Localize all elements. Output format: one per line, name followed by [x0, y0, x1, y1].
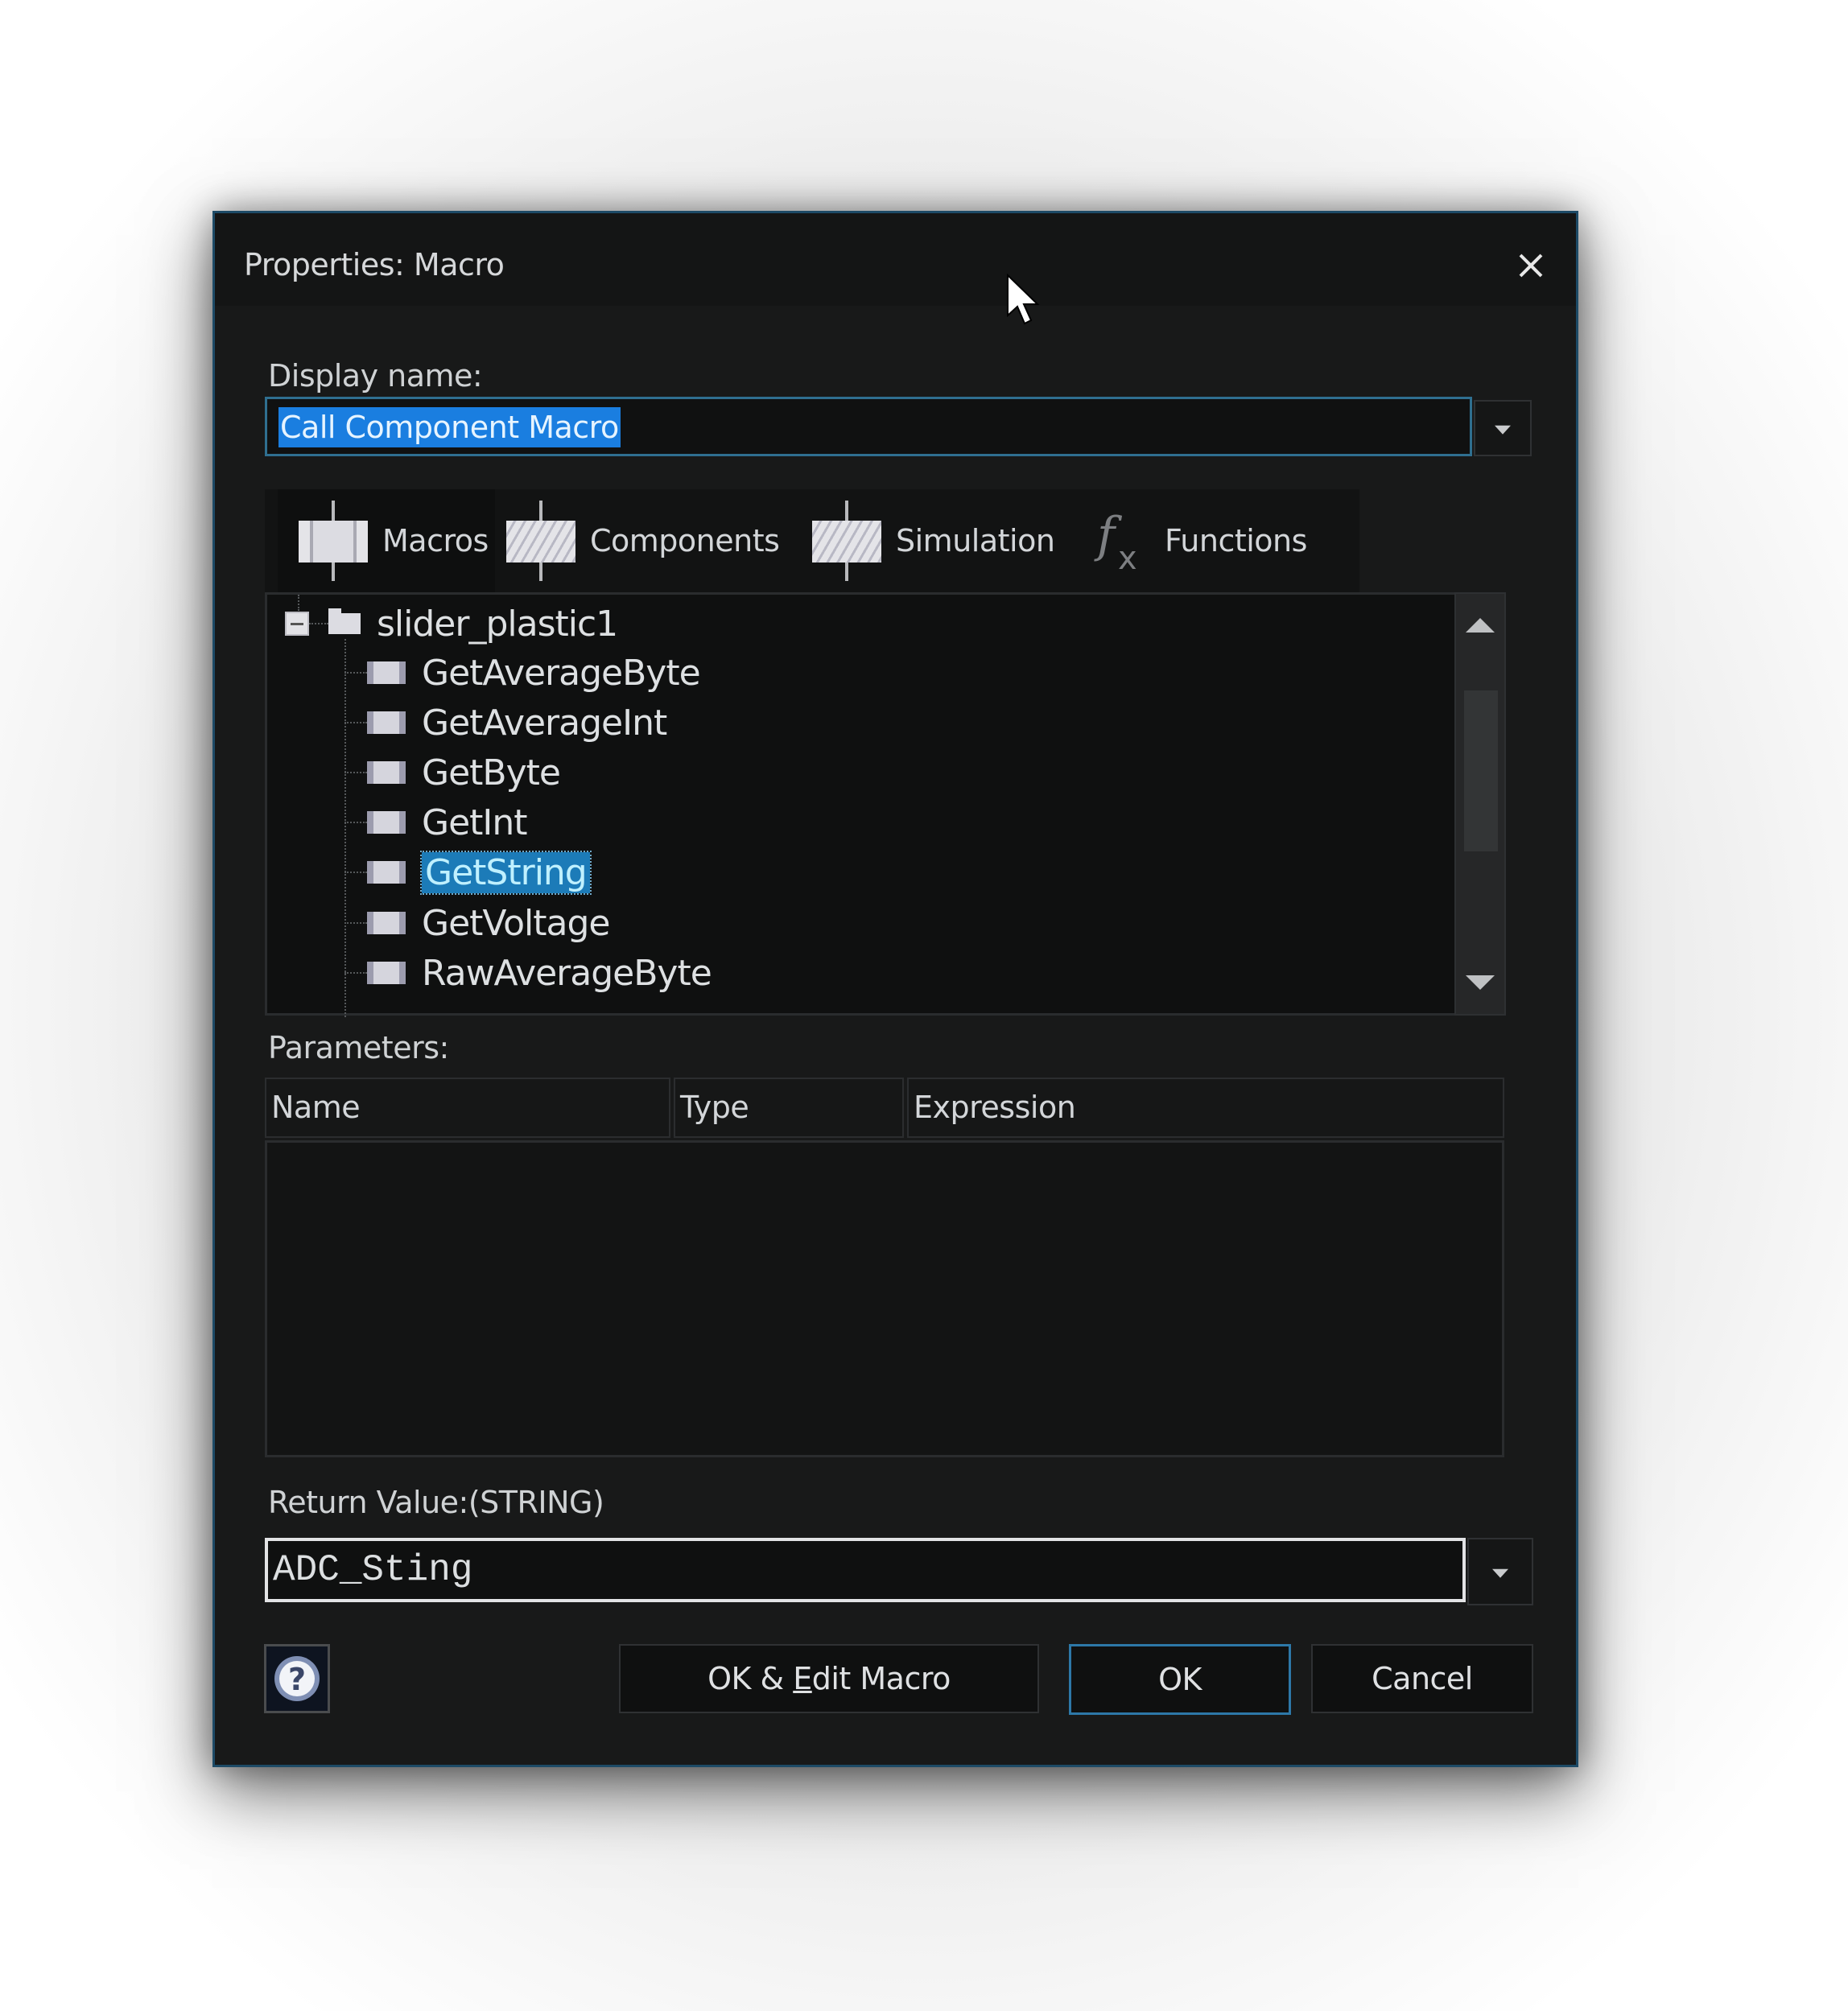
- macro-icon: [367, 811, 406, 834]
- folder-icon: [328, 608, 361, 634]
- scroll-up-button[interactable]: [1456, 594, 1504, 650]
- ok-edit-mnemonic: E: [793, 1661, 812, 1696]
- tree-item[interactable]: GetVoltage: [344, 899, 610, 947]
- ok-edit-prefix: OK &: [707, 1661, 794, 1696]
- tree-root-row[interactable]: slider_plastic1: [285, 600, 618, 648]
- display-name-input[interactable]: Call Component Macro: [265, 397, 1472, 456]
- chevron-down-icon: [1495, 425, 1511, 435]
- ok-edit-suffix: dit Macro: [811, 1661, 951, 1696]
- svg-text:x: x: [1118, 540, 1137, 577]
- macro-icon: [299, 501, 368, 581]
- macro-icon: [367, 761, 406, 784]
- arrow-up-icon: [1466, 618, 1495, 633]
- tree-item-selected[interactable]: GetString: [344, 848, 592, 896]
- macro-icon: [367, 912, 406, 934]
- tab-simulation-label: Simulation: [896, 523, 1055, 558]
- tree-item[interactable]: GetAverageInt: [344, 698, 667, 747]
- return-value-dropdown-button[interactable]: [1467, 1538, 1533, 1605]
- parameters-table-body[interactable]: [265, 1140, 1504, 1457]
- tree-item-label: GetAverageByte: [422, 652, 701, 694]
- tab-components-label: Components: [590, 523, 780, 558]
- return-value-input[interactable]: ADC_Sting: [265, 1538, 1466, 1602]
- tab-components[interactable]: Components: [506, 489, 788, 592]
- chevron-down-icon: [1492, 1568, 1508, 1578]
- macro-icon: [367, 861, 406, 884]
- ok-edit-macro-button[interactable]: OK & Edit Macro: [619, 1644, 1039, 1713]
- close-icon: [1519, 253, 1543, 278]
- macro-tree[interactable]: slider_plastic1 GetAverageByte GetAverag…: [265, 592, 1504, 1017]
- tree-item-label: GetString: [420, 850, 592, 895]
- tab-functions[interactable]: f x Functions: [1094, 489, 1351, 592]
- tree-item-label: GetAverageInt: [422, 702, 667, 744]
- tab-simulation[interactable]: Simulation: [812, 489, 1062, 592]
- help-button[interactable]: ?: [264, 1644, 330, 1713]
- fx-icon: f x: [1094, 507, 1137, 577]
- tree-item[interactable]: GetAverageByte: [344, 649, 701, 697]
- column-header-type[interactable]: Type: [674, 1078, 904, 1138]
- tree-item[interactable]: GetInt: [344, 798, 528, 847]
- properties-macro-dialog: Properties: Macro Display name: Call Com…: [212, 211, 1578, 1767]
- close-button[interactable]: [1503, 237, 1559, 294]
- tab-functions-label: Functions: [1165, 523, 1307, 558]
- tree-item[interactable]: GetByte: [344, 748, 561, 797]
- tree-root-label: slider_plastic1: [377, 603, 618, 645]
- tab-strip: Macros Components Simulation f x Functio: [265, 489, 1359, 592]
- arrow-down-icon: [1466, 975, 1495, 990]
- tree-item-label: GetInt: [422, 802, 528, 843]
- tree-item[interactable]: RawAverageByte: [344, 949, 712, 997]
- parameters-label: Parameters:: [268, 1030, 449, 1065]
- tree-item-label: GetVoltage: [422, 902, 610, 944]
- collapse-minus-icon[interactable]: [285, 612, 309, 636]
- display-name-dropdown-button[interactable]: [1474, 400, 1532, 456]
- macro-icon: [367, 711, 406, 734]
- tree-item-label: RawAverageByte: [422, 952, 712, 994]
- column-header-name[interactable]: Name: [265, 1078, 670, 1138]
- tab-macros[interactable]: Macros: [278, 489, 495, 592]
- simulation-icon: [812, 501, 881, 581]
- macro-icon: [367, 962, 406, 984]
- return-value-label: Return Value:(STRING): [268, 1485, 604, 1520]
- return-value-text: ADC_Sting: [273, 1549, 473, 1591]
- component-icon: [506, 501, 575, 581]
- mouse-cursor-icon: [1007, 274, 1040, 325]
- svg-text:?: ?: [288, 1662, 306, 1697]
- display-name-label: Display name:: [268, 358, 483, 394]
- parameters-table-header: Name Type Expression: [265, 1078, 1504, 1138]
- help-question-icon: ?: [274, 1656, 320, 1701]
- ok-button[interactable]: OK: [1069, 1644, 1291, 1715]
- tree-item-label: GetByte: [422, 752, 561, 793]
- macro-icon: [367, 661, 406, 684]
- scroll-thumb[interactable]: [1464, 690, 1498, 851]
- dialog-title: Properties: Macro: [244, 247, 505, 282]
- tree-scrollbar[interactable]: [1454, 592, 1506, 1016]
- display-name-value: Call Component Macro: [278, 407, 621, 447]
- cancel-button[interactable]: Cancel: [1311, 1644, 1533, 1713]
- tab-macros-label: Macros: [382, 523, 489, 558]
- column-header-expression[interactable]: Expression: [907, 1078, 1504, 1138]
- scroll-down-button[interactable]: [1456, 958, 1504, 1014]
